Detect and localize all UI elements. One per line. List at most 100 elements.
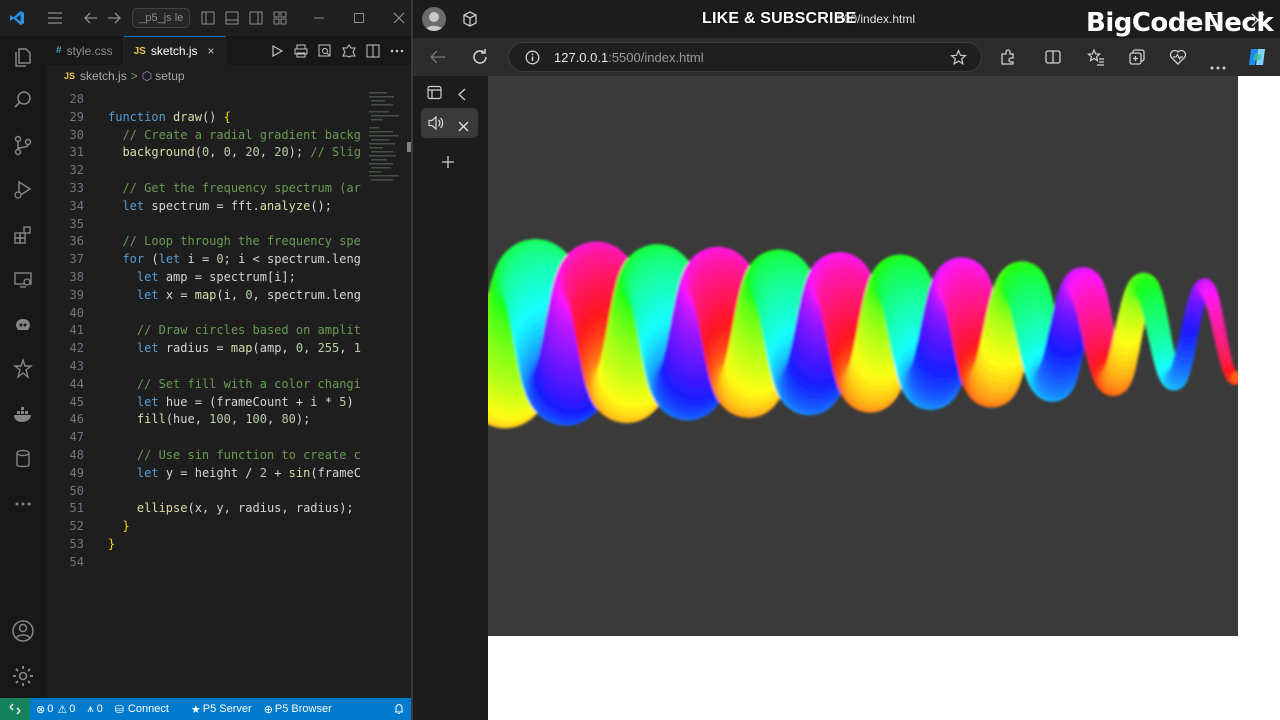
code-line[interactable]: 48 // Use sin function to create c — [46, 447, 366, 465]
p5-server-status[interactable]: ★ P5 Server — [185, 703, 258, 716]
toggle-panel-icon[interactable] — [220, 6, 244, 30]
toggle-sidebar-icon[interactable] — [196, 6, 220, 30]
line-number: 31 — [69, 145, 84, 160]
settings-gear-icon[interactable] — [8, 661, 38, 691]
url-text[interactable]: 127.0.0.1:5500/index.html — [554, 50, 704, 65]
tab-actions-menu-icon[interactable] — [427, 85, 442, 104]
minimap[interactable] — [366, 87, 411, 698]
minimize-icon[interactable] — [308, 6, 332, 30]
spectrum-visualization — [488, 239, 1238, 429]
code-line[interactable]: 44 // Set fill with a color changi — [46, 376, 366, 394]
print-icon[interactable] — [291, 41, 311, 61]
code-line[interactable]: 53} — [46, 536, 366, 554]
docker-icon[interactable] — [8, 400, 38, 430]
code-line[interactable]: 39 let x = map(i, 0, spectrum.leng — [46, 287, 366, 305]
tab-style-css[interactable]: # style.css — [46, 36, 124, 65]
collapse-sidebar-icon[interactable] — [457, 86, 467, 105]
tab-close-icon[interactable] — [458, 117, 469, 136]
command-center-search[interactable]: _p5_js le — [132, 8, 191, 28]
code-line[interactable]: 54 — [46, 554, 366, 572]
code-line[interactable]: 30 // Create a radial gradient backg — [46, 127, 366, 145]
code-text: background(0, 0, 20, 20); // Slig — [122, 145, 361, 160]
settings-more-icon[interactable] — [1210, 55, 1226, 74]
run-debug-icon[interactable] — [8, 174, 38, 204]
code-line[interactable]: 31 background(0, 0, 20, 20); // Slig — [46, 144, 366, 162]
testing-icon[interactable] — [8, 354, 38, 384]
code-line[interactable]: 46 fill(hue, 100, 100, 80); — [46, 411, 366, 429]
new-tab-plus-icon[interactable] — [441, 154, 455, 173]
breadcrumb-file[interactable]: sketch.js — [80, 69, 127, 83]
remote-indicator-icon[interactable] — [0, 698, 30, 720]
tab-close-icon[interactable]: × — [208, 44, 215, 58]
split-editor-icon[interactable] — [363, 41, 383, 61]
accounts-icon[interactable] — [8, 616, 38, 646]
toggle-secondary-sidebar-icon[interactable] — [244, 6, 268, 30]
code-line[interactable]: 41 // Draw circles based on amplit — [46, 322, 366, 340]
code-line[interactable]: 35 — [46, 216, 366, 234]
copilot-icon[interactable] — [8, 310, 38, 340]
favorites-icon[interactable] — [1086, 48, 1105, 70]
remote-explorer-icon[interactable] — [8, 265, 38, 295]
preview-search-icon[interactable] — [315, 41, 335, 61]
code-line[interactable]: 36 // Loop through the frequency spe — [46, 233, 366, 251]
notifications-bell-icon[interactable] — [387, 703, 411, 715]
close-icon[interactable] — [387, 6, 411, 30]
browser-essentials-icon[interactable] — [1169, 48, 1187, 70]
profile-avatar[interactable] — [422, 7, 446, 31]
extensions-puzzle-icon[interactable] — [999, 48, 1017, 70]
code-line[interactable]: 29 function draw() { — [46, 109, 366, 127]
workspaces-icon[interactable] — [461, 10, 479, 32]
forward-arrow-icon[interactable] — [102, 6, 126, 30]
problems-status[interactable]: ⊗ 0 ⚠ 0 — [30, 703, 81, 716]
extensions-icon[interactable] — [8, 220, 38, 250]
code-line[interactable]: 50 — [46, 483, 366, 501]
p5-browser-status[interactable]: ⊕ P5 Browser — [258, 703, 338, 716]
explorer-icon[interactable] — [8, 42, 38, 72]
tab-sketch-js[interactable]: JS sketch.js × — [123, 36, 226, 65]
code-line[interactable]: 32 — [46, 162, 366, 180]
back-arrow-icon[interactable] — [79, 6, 103, 30]
nav-back-icon[interactable] — [429, 48, 447, 70]
code-line[interactable]: 28 — [46, 91, 366, 109]
code-line[interactable]: 42 let radius = map(amp, 0, 255, 1 — [46, 340, 366, 358]
search-icon[interactable] — [8, 85, 38, 115]
code-line[interactable]: 40 — [46, 305, 366, 323]
code-line[interactable]: 37 for (let i = 0; i < spectrum.leng — [46, 251, 366, 269]
extension-action-icon[interactable] — [339, 41, 359, 61]
code-text: let x = map(i, 0, spectrum.leng — [136, 287, 361, 302]
line-number: 37 — [69, 252, 84, 267]
copilot-logo-icon[interactable] — [1246, 46, 1268, 72]
active-tab-item[interactable] — [421, 108, 478, 138]
speaker-audio-icon[interactable] — [427, 115, 444, 135]
code-line[interactable]: 52 } — [46, 518, 366, 536]
breadcrumb-symbol[interactable]: setup — [155, 69, 184, 83]
database-icon[interactable] — [8, 444, 38, 474]
source-control-icon[interactable] — [8, 130, 38, 160]
address-bar[interactable]: 127.0.0.1:5500/index.html — [508, 42, 982, 72]
code-line[interactable]: 33 // Get the frequency spectrum (ar — [46, 180, 366, 198]
more-views-icon[interactable] — [8, 489, 38, 519]
maximize-icon[interactable] — [347, 6, 371, 30]
more-actions-icon[interactable] — [387, 41, 407, 61]
customize-layout-icon[interactable] — [268, 6, 292, 30]
code-line[interactable]: 49 let y = height / 2 + sin(frameC — [46, 465, 366, 483]
code-line[interactable]: 47 — [46, 429, 366, 447]
connect-status[interactable]: ⛁ Connect — [109, 703, 175, 716]
collections-icon[interactable] — [1128, 48, 1146, 70]
ports-status[interactable]: ⩚ 0 — [81, 703, 108, 716]
favorite-star-icon[interactable] — [949, 48, 968, 70]
ports-count: 0 — [96, 703, 103, 715]
code-line[interactable]: 45 let hue = (frameCount + i * 5) — [46, 394, 366, 412]
menu-icon[interactable] — [43, 6, 67, 30]
code-line[interactable]: 38 let amp = spectrum[i]; — [46, 269, 366, 287]
code-line[interactable]: 34 let spectrum = fft.analyze(); — [46, 198, 366, 216]
code-line[interactable]: 43 — [46, 358, 366, 376]
code-editor[interactable]: 28 29 function draw() {30 // Create a radi… — [46, 87, 366, 698]
reload-icon[interactable] — [471, 48, 489, 70]
run-icon[interactable] — [267, 41, 287, 61]
split-screen-icon[interactable] — [1044, 48, 1062, 70]
database-small-icon: ⛁ — [114, 703, 124, 716]
code-line[interactable]: 51 ellipse(x, y, radius, radius); — [46, 500, 366, 518]
site-info-icon[interactable] — [525, 50, 540, 69]
p5-canvas[interactable] — [488, 76, 1238, 636]
